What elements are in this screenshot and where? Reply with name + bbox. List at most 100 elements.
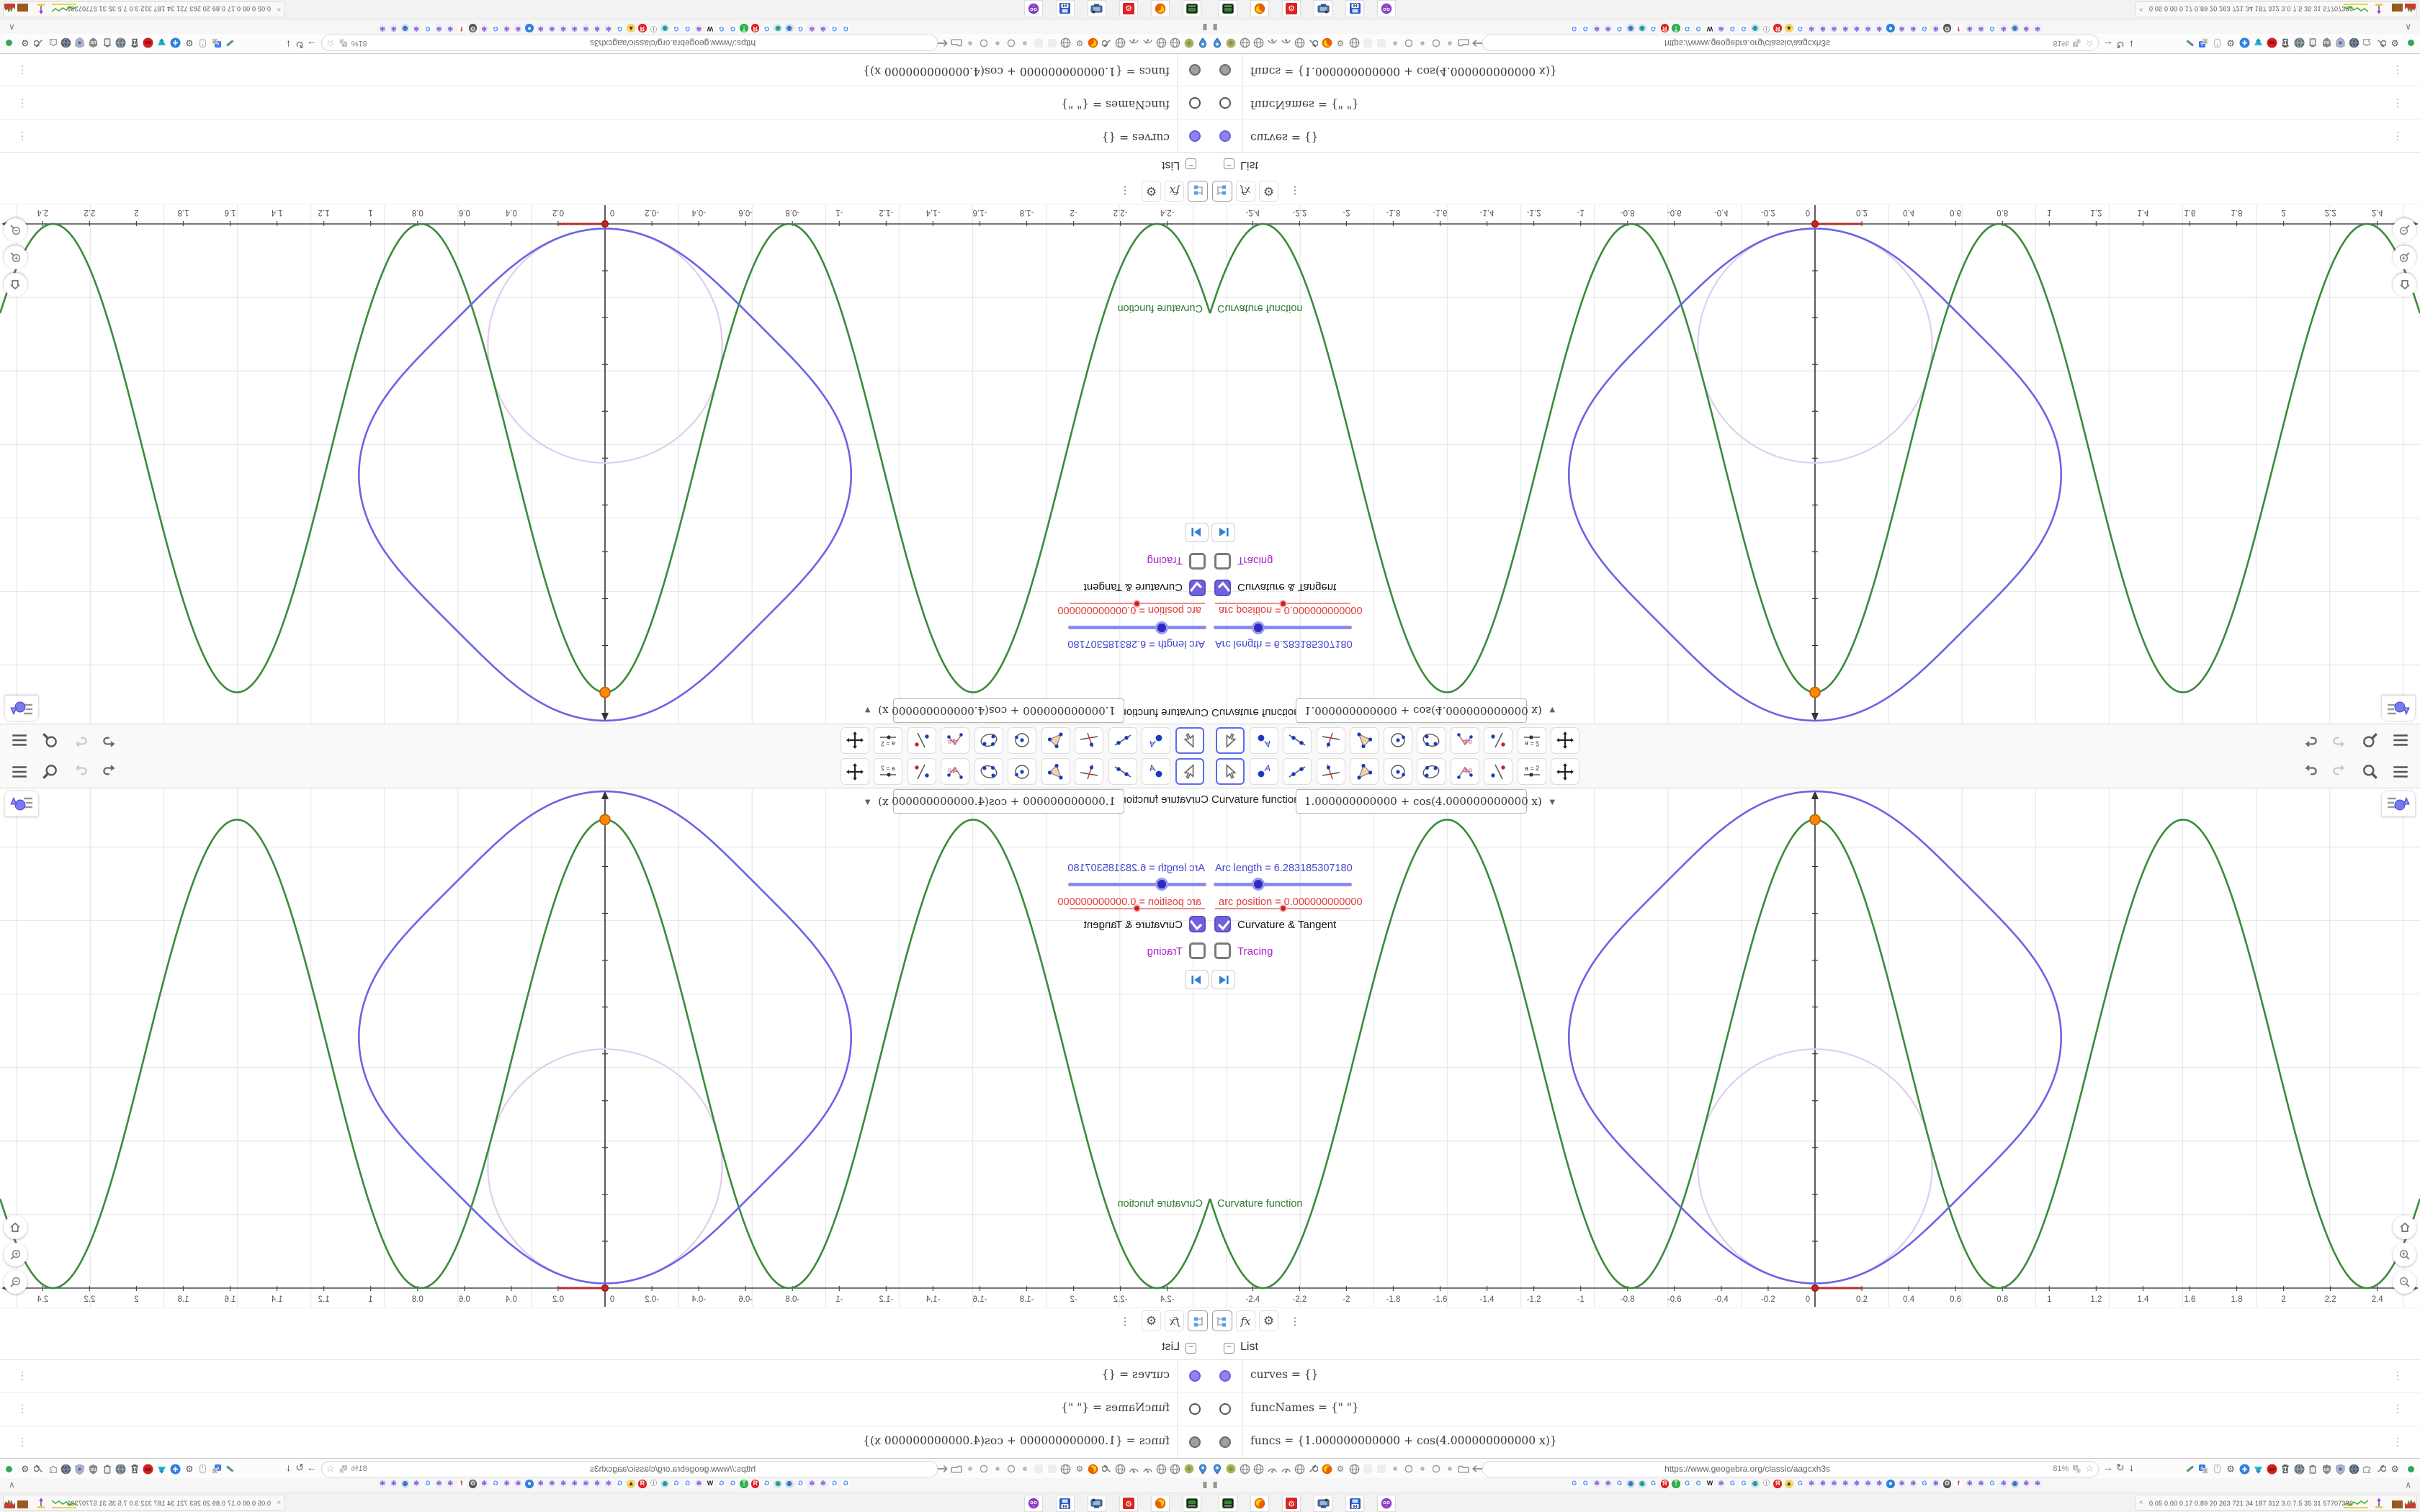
shield-gray-icon[interactable]: UO bbox=[88, 1463, 99, 1475]
kebab-icon[interactable]: ⋮ bbox=[17, 1403, 27, 1415]
translate-blue-icon[interactable]: A文 bbox=[211, 37, 223, 49]
tab-favicon-G[interactable]: G bbox=[1920, 1480, 1929, 1488]
tab-favicon-G[interactable]: G bbox=[1570, 24, 1579, 32]
tab-favicon-gg[interactable]: ✻ bbox=[502, 24, 511, 32]
circle-icon[interactable] bbox=[1430, 1463, 1442, 1475]
tab-favicon-ya[interactable]: Я bbox=[751, 24, 760, 32]
tab-overflow-chevron-icon[interactable]: ∧ bbox=[9, 1480, 15, 1490]
tab-favicon-gg[interactable]: ✻ bbox=[2033, 1480, 2042, 1488]
tab-favicon-gg[interactable]: ✻ bbox=[581, 24, 591, 32]
tab-favicon-gg[interactable]: ✻ bbox=[434, 24, 444, 32]
function-input[interactable]: 1.000000000000 + cos(4.000000000000 x) ▼ bbox=[863, 789, 1124, 814]
tab-favicon-gg[interactable]: ✻ bbox=[604, 1480, 613, 1488]
globe-icon[interactable] bbox=[1239, 37, 1250, 49]
bookmark-star-icon[interactable]: ☆ bbox=[326, 37, 335, 49]
zoom-out-button[interactable] bbox=[4, 1270, 27, 1294]
tab-favicon-ya[interactable]: Я bbox=[1773, 1480, 1782, 1488]
tab-favicon-fr[interactable]: f bbox=[1954, 24, 1963, 32]
shield-gray-icon[interactable]: UO bbox=[88, 37, 99, 49]
bin-gray-icon[interactable] bbox=[2307, 37, 2318, 49]
tab-favicon-st[interactable]: ◉ bbox=[1751, 1480, 1760, 1488]
kebab-icon[interactable]: ⋮ bbox=[17, 64, 27, 76]
shield-badge-icon[interactable] bbox=[2334, 37, 2346, 49]
tab-favicon-gg[interactable]: ✻ bbox=[1807, 1480, 1816, 1488]
zoom-level[interactable]: 81% bbox=[2053, 1464, 2069, 1473]
visibility-toggle[interactable] bbox=[1219, 1436, 1231, 1448]
tab-favicon-sb[interactable]: ◉ bbox=[1626, 1480, 1635, 1488]
visibility-toggle[interactable] bbox=[1219, 97, 1231, 109]
trash-icon[interactable] bbox=[129, 37, 140, 49]
tab-favicon-G[interactable]: G bbox=[615, 24, 624, 32]
tab-favicon-ph[interactable]: ▲ bbox=[1785, 1480, 1793, 1488]
arrow-left-icon[interactable] bbox=[1471, 37, 1483, 49]
gauge-icon[interactable] bbox=[1266, 1463, 1278, 1475]
tab-favicon-G[interactable]: G bbox=[1988, 24, 1996, 32]
gear-icon[interactable]: ⚙ bbox=[1142, 1310, 1161, 1331]
record-red-icon[interactable]: ICF bbox=[2266, 1463, 2277, 1475]
shield-gray-icon[interactable]: UO bbox=[2321, 1463, 2332, 1475]
collapse-icon[interactable]: − bbox=[1186, 1343, 1196, 1354]
gear-dark-icon[interactable]: ⚙ bbox=[184, 1463, 195, 1475]
tab-favicon-ph[interactable]: ▲ bbox=[1785, 24, 1793, 32]
globe-dark-icon[interactable] bbox=[60, 37, 72, 49]
download-icon[interactable]: ↓ bbox=[2129, 1462, 2134, 1473]
taskbar-app-firefox[interactable] bbox=[1250, 0, 1269, 17]
tab-favicon-ph[interactable]: ▲ bbox=[627, 24, 635, 32]
tab-favicon-gg[interactable]: ✻ bbox=[1604, 24, 1613, 32]
tab-favicon-sb[interactable]: ◉ bbox=[400, 1480, 410, 1488]
arc-length-slider[interactable] bbox=[1068, 878, 1206, 891]
curvature-tangent-checkbox[interactable] bbox=[1214, 580, 1231, 596]
chevron-down-icon[interactable]: ▼ bbox=[1548, 706, 1557, 716]
tab-favicon-gg[interactable]: ✻ bbox=[694, 1480, 704, 1488]
tab-favicon-st[interactable]: ◉ bbox=[660, 1480, 669, 1488]
tab-favicon-G[interactable]: G bbox=[1739, 1480, 1748, 1488]
reload-icon[interactable]: ↻ bbox=[295, 1462, 304, 1474]
tab-favicon-ya[interactable]: Я bbox=[1660, 1480, 1669, 1488]
fx-icon[interactable]: fx bbox=[1165, 181, 1184, 202]
globe-dark-icon[interactable] bbox=[60, 1463, 72, 1475]
pin-blue-icon[interactable] bbox=[1211, 37, 1223, 49]
play-step-button[interactable] bbox=[1211, 970, 1235, 989]
plus-blue-icon[interactable] bbox=[2238, 37, 2250, 49]
kebab-icon[interactable]: ⋮ bbox=[1119, 1310, 1131, 1331]
tab-favicon-gg[interactable]: ✻ bbox=[1716, 24, 1726, 32]
gauge-icon[interactable] bbox=[1129, 1463, 1140, 1475]
gear-dark-icon[interactable]: ⚙ bbox=[2225, 1463, 2236, 1475]
tab-favicon-G[interactable]: G bbox=[830, 24, 839, 32]
zoom-level[interactable]: 81% bbox=[2053, 39, 2069, 48]
circle-icon[interactable] bbox=[1403, 37, 1415, 49]
tab-favicon-gg[interactable]: ✻ bbox=[412, 24, 421, 32]
tab-favicon-gg[interactable]: ✻ bbox=[1592, 24, 1601, 32]
ghost-icon[interactable] bbox=[1033, 1463, 1044, 1475]
globe-icon[interactable] bbox=[1156, 37, 1168, 49]
globe-icon[interactable] bbox=[1060, 37, 1072, 49]
tab-favicon-gg[interactable]: ✻ bbox=[1999, 24, 2008, 32]
tab-favicon-gg[interactable]: ✻ bbox=[412, 1480, 421, 1488]
arc-length-slider-thumb[interactable] bbox=[1155, 878, 1168, 891]
taskbar-app-console-green[interactable] bbox=[1183, 1495, 1201, 1512]
globe-icon[interactable] bbox=[1252, 37, 1264, 49]
taskbar-app-firefox[interactable] bbox=[1151, 1495, 1170, 1512]
taskbar-app-console-green[interactable] bbox=[1219, 1495, 1237, 1512]
visibility-toggle[interactable] bbox=[1189, 64, 1201, 76]
taskbar-app-gear-red[interactable]: ⚙ bbox=[1119, 0, 1138, 17]
algebra-row-funcs[interactable]: funcs = {1.000000000000 + cos(4.00000000… bbox=[1210, 1426, 2420, 1459]
tray-chevron-icon[interactable]: « bbox=[277, 1498, 281, 1506]
tab-favicon-G[interactable]: G bbox=[1649, 24, 1658, 32]
tab-favicon-ch[interactable]: ● bbox=[1886, 1480, 1895, 1488]
tab-favicon-gg[interactable]: ✻ bbox=[694, 24, 704, 32]
shield-badge-icon[interactable] bbox=[2334, 1463, 2346, 1475]
arrow-left-icon[interactable] bbox=[1471, 1463, 1483, 1475]
tab-favicon-gg[interactable]: ✻ bbox=[581, 1480, 591, 1488]
down-cyan-icon[interactable] bbox=[156, 1463, 168, 1475]
gear-icon[interactable]: ⚙ bbox=[1259, 1310, 1278, 1331]
tab-favicon-oc[interactable]: ᛉ bbox=[740, 24, 748, 32]
chevron-down-icon[interactable]: ▼ bbox=[1548, 796, 1557, 807]
tab-overflow-chevron-icon[interactable]: ∧ bbox=[9, 22, 15, 32]
zoom-level[interactable]: 81% bbox=[351, 1464, 367, 1473]
tab-favicon-G[interactable]: G bbox=[1570, 1480, 1579, 1488]
pin-blue-icon[interactable] bbox=[1197, 37, 1209, 49]
algebra-row-funcnames[interactable]: funcNames = {" "} ⋮ bbox=[0, 1393, 1210, 1426]
zoom-in-button[interactable] bbox=[2393, 246, 2416, 269]
bookmark-star-icon[interactable]: ☆ bbox=[2085, 1463, 2094, 1475]
